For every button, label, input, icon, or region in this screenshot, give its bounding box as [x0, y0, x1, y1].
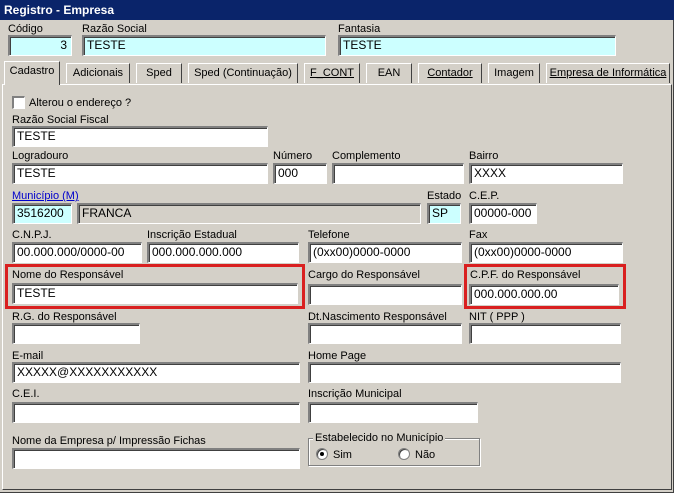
cargo-responsavel-field[interactable]	[308, 284, 462, 305]
codigo-label: Código	[8, 23, 43, 35]
estabelecido-sim-label: Sim	[333, 449, 352, 461]
estabelecido-label: Estabelecido no Município	[313, 432, 446, 444]
municipio-name-field: FRANCA	[77, 203, 421, 224]
numero-label: Número	[273, 150, 313, 162]
tab-contador[interactable]: Contador	[418, 63, 482, 83]
cargo-responsavel-label: Cargo do Responsável	[308, 269, 420, 281]
numero-field[interactable]: 000	[273, 163, 327, 184]
estado-label: Estado	[427, 190, 462, 202]
estabelecido-sim-radio[interactable]	[316, 448, 328, 460]
municipio-link[interactable]: Município (M)	[12, 190, 79, 202]
tab-sped-label: Sped	[146, 67, 172, 79]
cep-field[interactable]: 00000-000	[469, 203, 537, 224]
logradouro-field[interactable]: TESTE	[12, 163, 268, 184]
cei-field[interactable]	[12, 402, 300, 423]
razao-social-field[interactable]: TESTE	[82, 35, 326, 56]
telefone-label: Telefone	[308, 229, 350, 241]
tab-sped[interactable]: Sped	[136, 63, 182, 83]
complemento-field[interactable]	[332, 163, 464, 184]
tab-contador-label: Contador	[427, 67, 473, 79]
razao-social-fiscal-label: Razão Social Fiscal	[12, 114, 109, 126]
cnpj-label: C.N.P.J.	[12, 229, 52, 241]
bairro-field[interactable]: XXXX	[469, 163, 623, 184]
dt-nascimento-field[interactable]	[308, 323, 462, 344]
inscricao-estadual-field[interactable]: 000.000.000.000	[147, 242, 299, 263]
municipio-code-field[interactable]: 3516200	[12, 203, 72, 224]
cpf-responsavel-field[interactable]: 000.000.000.00	[469, 284, 619, 305]
nome-responsavel-field[interactable]: TESTE	[12, 283, 298, 304]
inscricao-municipal-label: Inscrição Municipal	[308, 388, 402, 400]
tab-imagem-label: Imagem	[494, 67, 534, 79]
alterou-endereco-checkbox[interactable]	[12, 96, 25, 109]
cpf-responsavel-label: C.P.F. do Responsável	[470, 269, 581, 281]
rg-responsavel-label: R.G. do Responsável	[12, 311, 117, 323]
fax-label: Fax	[469, 229, 488, 241]
tab-adicionais[interactable]: Adicionais	[66, 63, 130, 83]
nome-responsavel-label: Nome do Responsável	[12, 269, 124, 281]
home-page-field[interactable]	[308, 362, 621, 383]
complemento-label: Complemento	[332, 150, 401, 162]
razao-social-fiscal-field[interactable]: TESTE	[12, 126, 268, 147]
codigo-field[interactable]: 3	[8, 35, 72, 56]
telefone-field[interactable]: (0xx00)0000-0000	[308, 242, 462, 263]
home-page-label: Home Page	[308, 350, 367, 362]
tab-ean-label: EAN	[377, 67, 401, 79]
inscricao-municipal-field[interactable]	[308, 402, 478, 423]
razao-social-label: Razão Social	[82, 23, 147, 35]
tab-imagem[interactable]: Imagem	[488, 63, 540, 83]
estabelecido-nao-label: Não	[415, 449, 436, 461]
estado-field[interactable]: SP	[427, 203, 461, 224]
fantasia-label: Fantasia	[338, 23, 381, 35]
fax-field[interactable]: (0xx00)0000-0000	[469, 242, 623, 263]
logradouro-label: Logradouro	[12, 150, 69, 162]
tab-strip: Cadastro Adicionais Sped Sped (Continuaç…	[4, 61, 672, 85]
estabelecido-nao-radio[interactable]	[398, 448, 410, 460]
cnpj-field[interactable]: 00.000.000/0000-00	[12, 242, 142, 263]
rg-responsavel-field[interactable]	[12, 323, 140, 344]
tab-cadastro[interactable]: Cadastro	[4, 61, 60, 85]
tab-adicionais-label: Adicionais	[72, 67, 124, 79]
tab-cadastro-label: Cadastro	[9, 65, 55, 77]
tab-ean[interactable]: EAN	[366, 63, 412, 83]
nit-field[interactable]	[469, 323, 621, 344]
tab-f-cont-label: F_CONT	[310, 67, 354, 79]
radio-selected-dot	[320, 452, 324, 456]
inscricao-estadual-label: Inscrição Estadual	[147, 229, 237, 241]
nome-impressao-field[interactable]	[12, 448, 300, 469]
email-label: E-mail	[12, 350, 44, 362]
tab-sped-continuacao-label: Sped (Continuação)	[194, 67, 292, 79]
fantasia-field[interactable]: TESTE	[338, 35, 616, 56]
dt-nascimento-label: Dt.Nascimento Responsável	[308, 311, 447, 323]
email-field[interactable]: XXXXX@XXXXXXXXXXX	[12, 362, 300, 383]
tab-empresa-informatica-label: Empresa de Informática	[549, 67, 667, 79]
cep-label: C.E.P.	[469, 190, 500, 202]
nome-impressao-label: Nome da Empresa p/ Impressão Fichas	[12, 435, 206, 447]
tab-empresa-informatica[interactable]: Empresa de Informática	[546, 63, 670, 83]
tab-f-cont[interactable]: F_CONT	[304, 63, 360, 83]
tab-sped-continuacao[interactable]: Sped (Continuação)	[188, 63, 298, 83]
bairro-label: Bairro	[469, 150, 499, 162]
cei-label: C.E.I.	[12, 388, 40, 400]
window-title: Registro - Empresa	[0, 0, 674, 20]
nit-label: NIT ( PPP )	[469, 311, 525, 323]
alterou-endereco-label: Alterou o endereço ?	[29, 97, 132, 109]
